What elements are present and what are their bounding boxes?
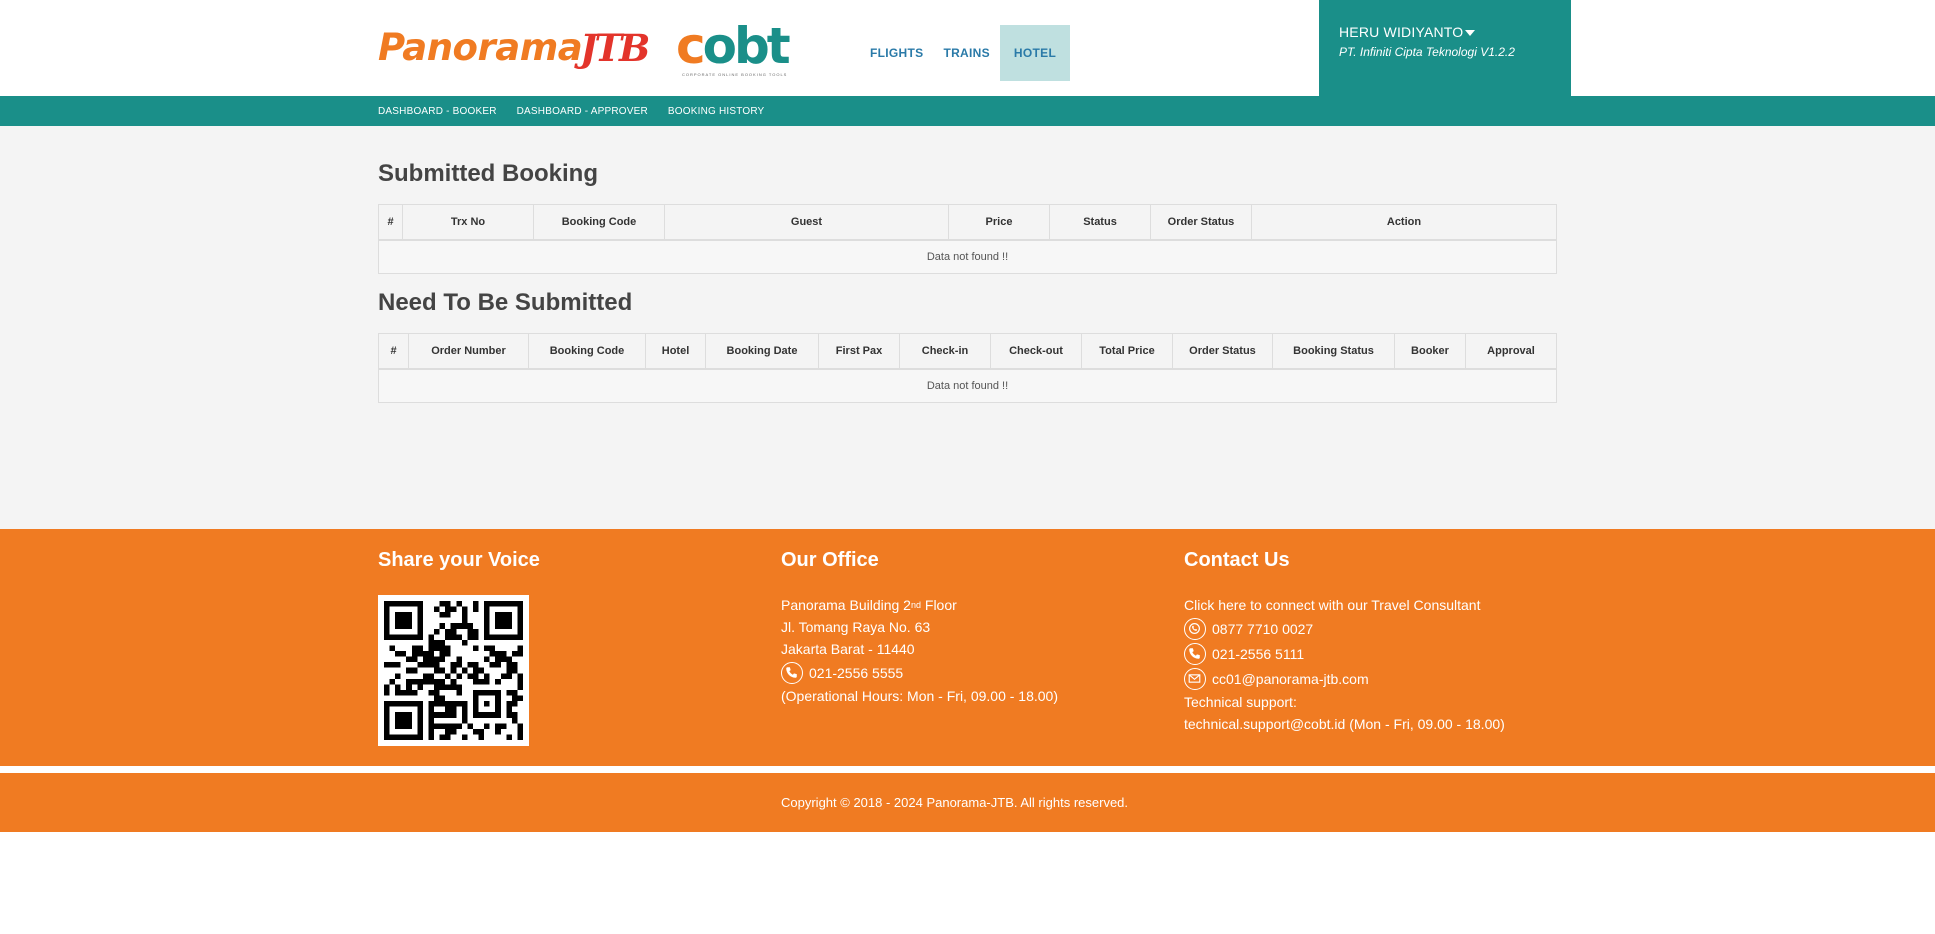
logo-cobt-text: cobt [676, 17, 791, 75]
contact-whatsapp[interactable]: 0877 7710 0027 [1184, 616, 1505, 641]
user-name-dropdown[interactable]: HERU WIDIYANTO [1339, 24, 1551, 40]
logo-cobt-tagline: CORPORATE ONLINE BOOKING TOOLS [682, 72, 788, 77]
column-header[interactable]: Order Status [1172, 333, 1273, 370]
support-label: Technical support: [1184, 694, 1297, 710]
empty-message: Data not found !! [378, 368, 1557, 403]
contact-details: Click here to connect with our Travel Co… [1184, 594, 1505, 735]
office-city: Jakarta Barat - 11440 [781, 641, 915, 657]
column-header[interactable]: Status [1049, 204, 1151, 241]
column-header[interactable]: Price [948, 204, 1050, 241]
column-header[interactable]: Order Status [1150, 204, 1252, 241]
whatsapp-icon [1184, 617, 1206, 640]
column-header[interactable]: Total Price [1081, 333, 1173, 370]
office-phone[interactable]: 021-2556 5555 [781, 660, 1058, 685]
need-to-be-submitted-title: Need To Be Submitted [378, 289, 633, 316]
phone-icon [1184, 642, 1206, 665]
column-header[interactable]: Booking Code [533, 204, 665, 241]
main-content: Submitted Booking # Trx No Booking Code … [0, 126, 1935, 529]
column-header[interactable]: Order Number [408, 333, 529, 370]
our-office-title: Our Office [781, 549, 879, 571]
subnav-dashboard-approver[interactable]: DASHBOARD - APPROVER [517, 106, 648, 117]
logo-jtb-text: JTB [580, 26, 650, 70]
header: Panorama JTB cobt CORPORATE ONLINE BOOKI… [0, 0, 1935, 96]
nav-hotel[interactable]: HOTEL [999, 25, 1071, 81]
nav-flights[interactable]: FLIGHTS [860, 25, 933, 81]
footer: Share your Voice Our Office Panorama Bui… [0, 529, 1935, 766]
share-your-voice-title: Share your Voice [378, 549, 540, 571]
sub-nav: DASHBOARD - BOOKER DASHBOARD - APPROVER … [0, 96, 1935, 126]
column-header[interactable]: Approval [1465, 333, 1557, 370]
subnav-dashboard-booker[interactable]: DASHBOARD - BOOKER [378, 106, 497, 117]
page: Panorama JTB cobt CORPORATE ONLINE BOOKI… [0, 0, 1935, 934]
logo-panorama-text: Panorama [378, 26, 583, 69]
contact-email[interactable]: cc01@panorama-jtb.com [1184, 666, 1505, 691]
column-header[interactable]: Booker [1394, 333, 1466, 370]
cobt-logo[interactable]: cobt CORPORATE ONLINE BOOKING TOOLS [676, 20, 791, 80]
office-street: Jl. Tomang Raya No. 63 [781, 619, 931, 635]
copyright-bar: Copyright © 2018 - 2024 Panorama-JTB. Al… [0, 773, 1935, 832]
contact-phone[interactable]: 021-2556 5111 [1184, 641, 1505, 666]
main-nav: FLIGHTS TRAINS HOTEL [860, 25, 1071, 81]
empty-message: Data not found !! [378, 239, 1557, 274]
column-header[interactable]: Action [1251, 204, 1557, 241]
table-row: Data not found !! [378, 368, 1557, 403]
office-building: Panorama Building 2nd Floor [781, 597, 957, 613]
column-header[interactable]: Booking Status [1272, 333, 1395, 370]
table-header-row: # Trx No Booking Code Guest Price Status… [378, 204, 1557, 241]
column-header[interactable]: # [378, 204, 403, 241]
table-header-row: # Order Number Booking Code Hotel Bookin… [378, 333, 1557, 370]
user-menu[interactable]: HERU WIDIYANTO PT. Infiniti Cipta Teknol… [1319, 0, 1571, 96]
column-header[interactable]: Check-in [899, 333, 991, 370]
support-text: technical.support@cobt.id (Mon - Fri, 09… [1184, 716, 1505, 732]
column-header[interactable]: First Pax [818, 333, 900, 370]
user-company: PT. Infiniti Cipta Teknologi V1.2.2 [1339, 45, 1515, 59]
subnav-booking-history[interactable]: BOOKING HISTORY [668, 106, 765, 117]
column-header[interactable]: Trx No [402, 204, 534, 241]
qr-code-image [384, 601, 523, 740]
column-header[interactable]: # [378, 333, 409, 370]
contact-us-title: Contact Us [1184, 549, 1290, 571]
copyright-text: Copyright © 2018 - 2024 Panorama-JTB. Al… [781, 795, 1129, 810]
submitted-booking-table: # Trx No Booking Code Guest Price Status… [378, 204, 1557, 274]
phone-icon [781, 661, 803, 684]
column-header[interactable]: Guest [664, 204, 949, 241]
need-to-be-submitted-table: # Order Number Booking Code Hotel Bookin… [378, 333, 1557, 403]
qr-code[interactable] [378, 595, 529, 746]
column-header[interactable]: Booking Code [528, 333, 646, 370]
column-header[interactable]: Hotel [645, 333, 706, 370]
caret-down-icon [1465, 30, 1476, 37]
column-header[interactable]: Booking Date [705, 333, 819, 370]
column-header[interactable]: Check-out [990, 333, 1082, 370]
envelope-icon [1184, 667, 1206, 690]
submitted-booking-title: Submitted Booking [378, 160, 598, 187]
office-hours: (Operational Hours: Mon - Fri, 09.00 - 1… [781, 688, 1059, 704]
panorama-jtb-logo[interactable]: Panorama JTB [378, 26, 650, 74]
nav-trains[interactable]: TRAINS [933, 25, 999, 81]
table-row: Data not found !! [378, 239, 1557, 274]
user-name: HERU WIDIYANTO [1339, 24, 1464, 40]
office-details: Panorama Building 2nd Floor Jl. Tomang R… [781, 594, 1058, 707]
travel-consultant-link[interactable]: Click here to connect with our Travel Co… [1184, 594, 1505, 616]
